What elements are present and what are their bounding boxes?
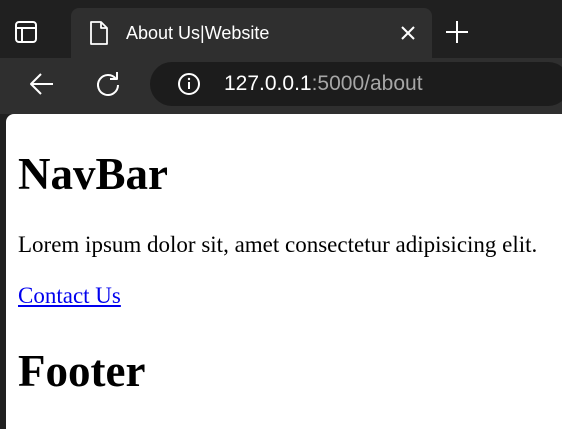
tab-strip: About Us|Website (0, 0, 562, 58)
url-host: 127.0.0.1 (224, 72, 312, 95)
url-text[interactable]: 127.0.0.1:5000/about (224, 71, 423, 97)
back-arrow-icon[interactable] (28, 70, 56, 98)
tab-actions-icon[interactable] (14, 20, 58, 44)
url-path: :5000/about (311, 72, 423, 95)
close-icon[interactable] (398, 23, 418, 43)
info-icon[interactable] (177, 72, 201, 96)
reload-icon[interactable] (94, 70, 122, 98)
plus-icon[interactable] (444, 19, 470, 45)
page-icon (89, 21, 109, 45)
address-bar[interactable]: 127.0.0.1:5000/about (150, 62, 562, 106)
footer-heading: Footer (18, 346, 146, 396)
browser-toolbar: 127.0.0.1:5000/about (0, 58, 562, 114)
active-tab[interactable]: About Us|Website (71, 8, 432, 58)
navbar-heading: NavBar (18, 149, 168, 199)
body-paragraph: Lorem ipsum dolor sit, amet consectetur … (18, 232, 538, 257)
tab-title: About Us|Website (126, 23, 270, 43)
contact-us-link[interactable]: Contact Us (18, 282, 121, 310)
page-content: NavBar Lorem ipsum dolor sit, amet conse… (6, 114, 562, 429)
